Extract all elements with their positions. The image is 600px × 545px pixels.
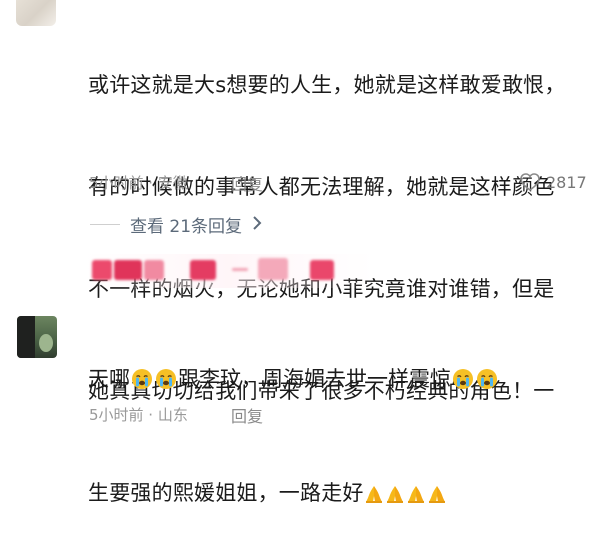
comment-body: 天哪 跟李玟，周海媚去世一样震惊 bbox=[88, 364, 499, 394]
chevron-right-icon bbox=[252, 215, 262, 235]
pray-icon bbox=[406, 480, 426, 503]
redacted-content bbox=[84, 254, 374, 288]
pray-icon bbox=[385, 480, 405, 503]
commenter-avatar[interactable] bbox=[16, 0, 56, 26]
commenter-avatar[interactable] bbox=[17, 316, 57, 358]
like-count: 2817 bbox=[546, 172, 587, 192]
like-button[interactable]: 2817 bbox=[519, 172, 587, 192]
comment-meta: 5小时前 · 安徽 bbox=[89, 174, 188, 192]
crying-face-icon bbox=[131, 368, 153, 390]
comment-line-text: 生要强的熙媛姐姐，一路走好 bbox=[88, 481, 364, 505]
heart-icon bbox=[519, 172, 541, 192]
comment-line: 或许这就是大s想要的人生，她就是这样敢爱敢恨， bbox=[88, 73, 566, 97]
crying-face-icon bbox=[476, 368, 498, 390]
comment-line: 生要强的熙媛姐姐，一路走好 bbox=[88, 476, 596, 511]
comment-text: 跟李玟，周海媚去世一样震惊 bbox=[178, 367, 451, 391]
comment-text: 天哪 bbox=[88, 367, 130, 391]
view-replies-label: 查看 21条回复 bbox=[130, 217, 243, 237]
view-replies-link[interactable]: 查看 21条回复 bbox=[90, 212, 262, 237]
crying-face-icon bbox=[155, 368, 177, 390]
pray-icon bbox=[364, 480, 384, 503]
comment-meta: 5小时前 · 山东 bbox=[89, 406, 188, 424]
divider bbox=[90, 224, 120, 225]
crying-face-icon bbox=[452, 368, 474, 390]
emoji-row bbox=[364, 477, 448, 511]
reply-button[interactable]: 回复 bbox=[231, 171, 263, 195]
pray-icon bbox=[427, 480, 447, 503]
reply-button[interactable]: 回复 bbox=[231, 403, 263, 427]
